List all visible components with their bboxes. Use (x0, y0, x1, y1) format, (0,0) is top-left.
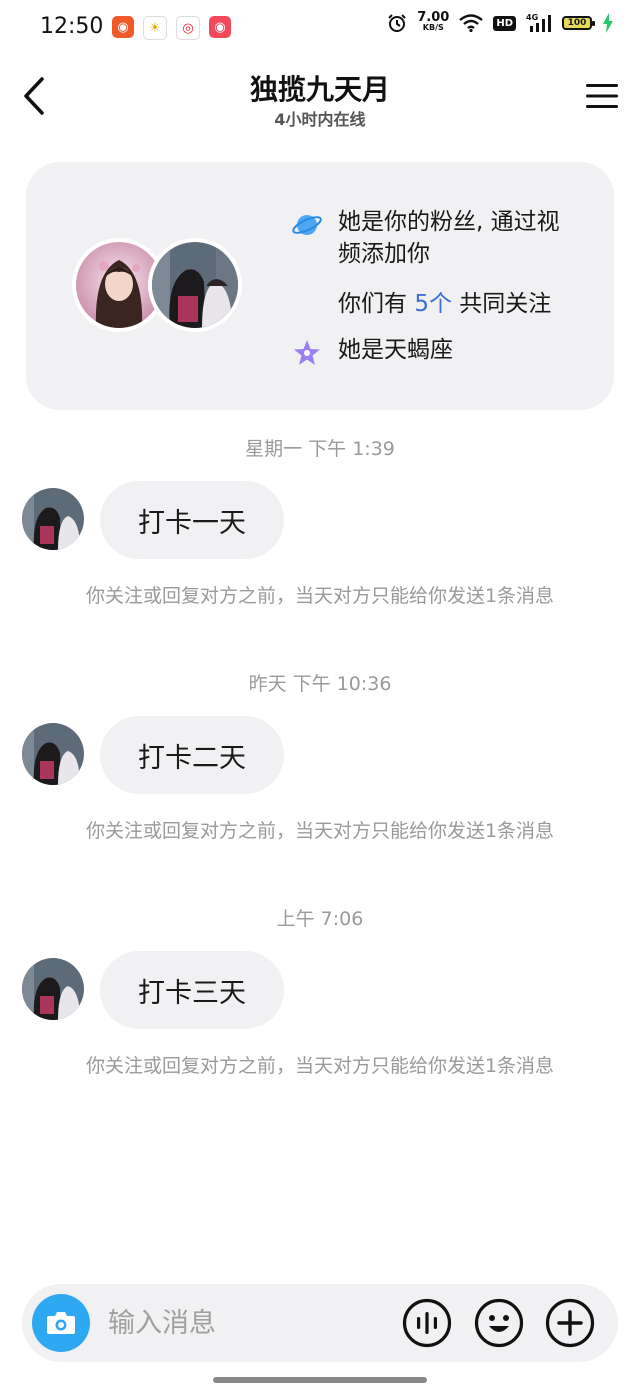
online-status: 4小时内在线 (274, 110, 366, 129)
voice-wave-icon (402, 1298, 452, 1348)
svg-text:4G: 4G (526, 13, 538, 22)
message-bubble[interactable]: 打卡三天 (100, 951, 284, 1029)
home-indicator[interactable] (213, 1377, 427, 1383)
alarm-icon (388, 14, 406, 32)
emoji-button[interactable] (474, 1298, 524, 1348)
system-notice: 你关注或回复对方之前，当天对方只能给你发送1条消息 (85, 820, 555, 842)
app-icon: ☀ (143, 16, 167, 40)
message-input-bar (22, 1284, 618, 1362)
camera-button[interactable] (32, 1294, 90, 1352)
status-app-icons: ◉ ☀ ◎ ◉ (112, 16, 231, 40)
hd-badge: HD (493, 15, 516, 31)
sender-avatar[interactable] (22, 958, 84, 1020)
mutual-follow-info[interactable]: 你们有 5个 共同关注 (338, 288, 551, 320)
sender-avatar[interactable] (22, 488, 84, 550)
chat-header: 独揽九天月 4小时内在线 (0, 62, 640, 136)
menu-button[interactable] (584, 78, 620, 114)
message-bubble[interactable]: 打卡一天 (100, 481, 284, 559)
zodiac-info-row: 她是天蝎座 (292, 334, 453, 368)
emoji-icon (474, 1298, 524, 1348)
charging-icon (603, 13, 613, 33)
page-title: 独揽九天月 (249, 73, 390, 106)
plus-icon (545, 1298, 595, 1348)
add-button[interactable] (545, 1298, 595, 1348)
message-timestamp: 星期一 下午 1:39 (245, 438, 395, 460)
my-avatar[interactable] (148, 238, 242, 332)
message-input[interactable] (108, 1302, 368, 1344)
message-timestamp: 上午 7:06 (276, 908, 364, 930)
network-speed: 7.00 KB/S (417, 10, 450, 32)
wifi-icon (459, 14, 484, 32)
status-bar: 12:50 ◉ ☀ ◎ ◉ 7.00 KB/S HD 4G 100 (0, 0, 640, 56)
weibo-icon: ◎ (176, 16, 200, 40)
signal-icon: 4G (526, 13, 551, 32)
mutual-follow-count[interactable]: 5个 (414, 291, 452, 317)
voice-button[interactable] (402, 1298, 452, 1348)
camera-icon (47, 1312, 75, 1334)
message-bubble[interactable]: 打卡二天 (100, 716, 284, 794)
hamburger-icon (586, 84, 618, 108)
profile-card[interactable]: 她是你的粉丝, 通过视频添加你 你们有 5个 共同关注 她是天蝎座 (26, 162, 614, 410)
system-notice: 你关注或回复对方之前，当天对方只能给你发送1条消息 (85, 1055, 555, 1077)
sender-avatar[interactable] (22, 723, 84, 785)
message-timestamp: 昨天 下午 10:36 (248, 673, 392, 695)
star-icon (292, 338, 322, 368)
battery-indicator: 100 (562, 16, 595, 30)
kuaishou-icon: ◉ (209, 16, 231, 38)
planet-icon (292, 210, 322, 240)
status-time: 12:50 (40, 14, 104, 39)
system-notice: 你关注或回复对方之前，当天对方只能给你发送1条消息 (85, 585, 555, 607)
fan-info-row: 她是你的粉丝, 通过视频添加你 (292, 206, 578, 270)
kuaishou-icon: ◉ (112, 16, 134, 38)
